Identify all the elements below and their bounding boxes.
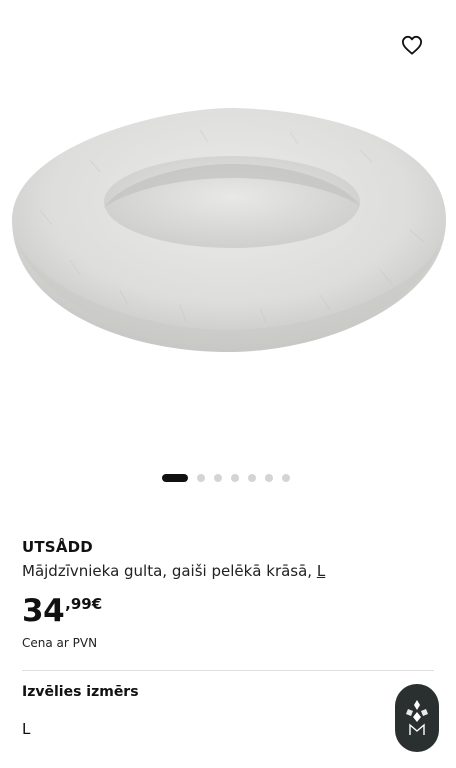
carousel-dot[interactable]	[214, 474, 222, 482]
carousel-dot[interactable]	[197, 474, 205, 482]
size-selector-value[interactable]: L	[22, 720, 30, 738]
product-description-text: Mājdzīvnieka gulta, gaiši pelēkā krāsā,	[22, 562, 313, 580]
product-description: Mājdzīvnieka gulta, gaiši pelēkā krāsā, …	[22, 562, 434, 580]
divider	[22, 670, 434, 671]
price-integer: 34	[22, 593, 65, 629]
carousel-dot-active[interactable]	[161, 474, 188, 482]
size-link[interactable]: L	[317, 562, 325, 580]
carousel-dot[interactable]	[282, 474, 290, 482]
favorite-button[interactable]	[396, 29, 428, 61]
carousel-dot[interactable]	[231, 474, 239, 482]
heart-outline-icon	[401, 35, 422, 55]
price: 34 ,99€	[22, 594, 434, 628]
carousel-dot[interactable]	[265, 474, 273, 482]
assistant-button[interactable]	[395, 684, 439, 752]
product-name: UTSÅDD	[22, 538, 93, 556]
product-gallery[interactable]	[0, 0, 456, 500]
assistant-logo-icon	[406, 700, 428, 735]
price-decimal: ,99€	[65, 595, 103, 613]
size-selector-label: Izvēlies izmērs	[22, 684, 139, 700]
carousel-indicator	[0, 474, 456, 482]
product-image	[12, 108, 446, 352]
vat-note: Cena ar PVN	[22, 636, 98, 650]
carousel-dot[interactable]	[248, 474, 256, 482]
product-info: UTSÅDD Mājdzīvnieka gulta, gaiši pelēkā …	[22, 538, 434, 650]
